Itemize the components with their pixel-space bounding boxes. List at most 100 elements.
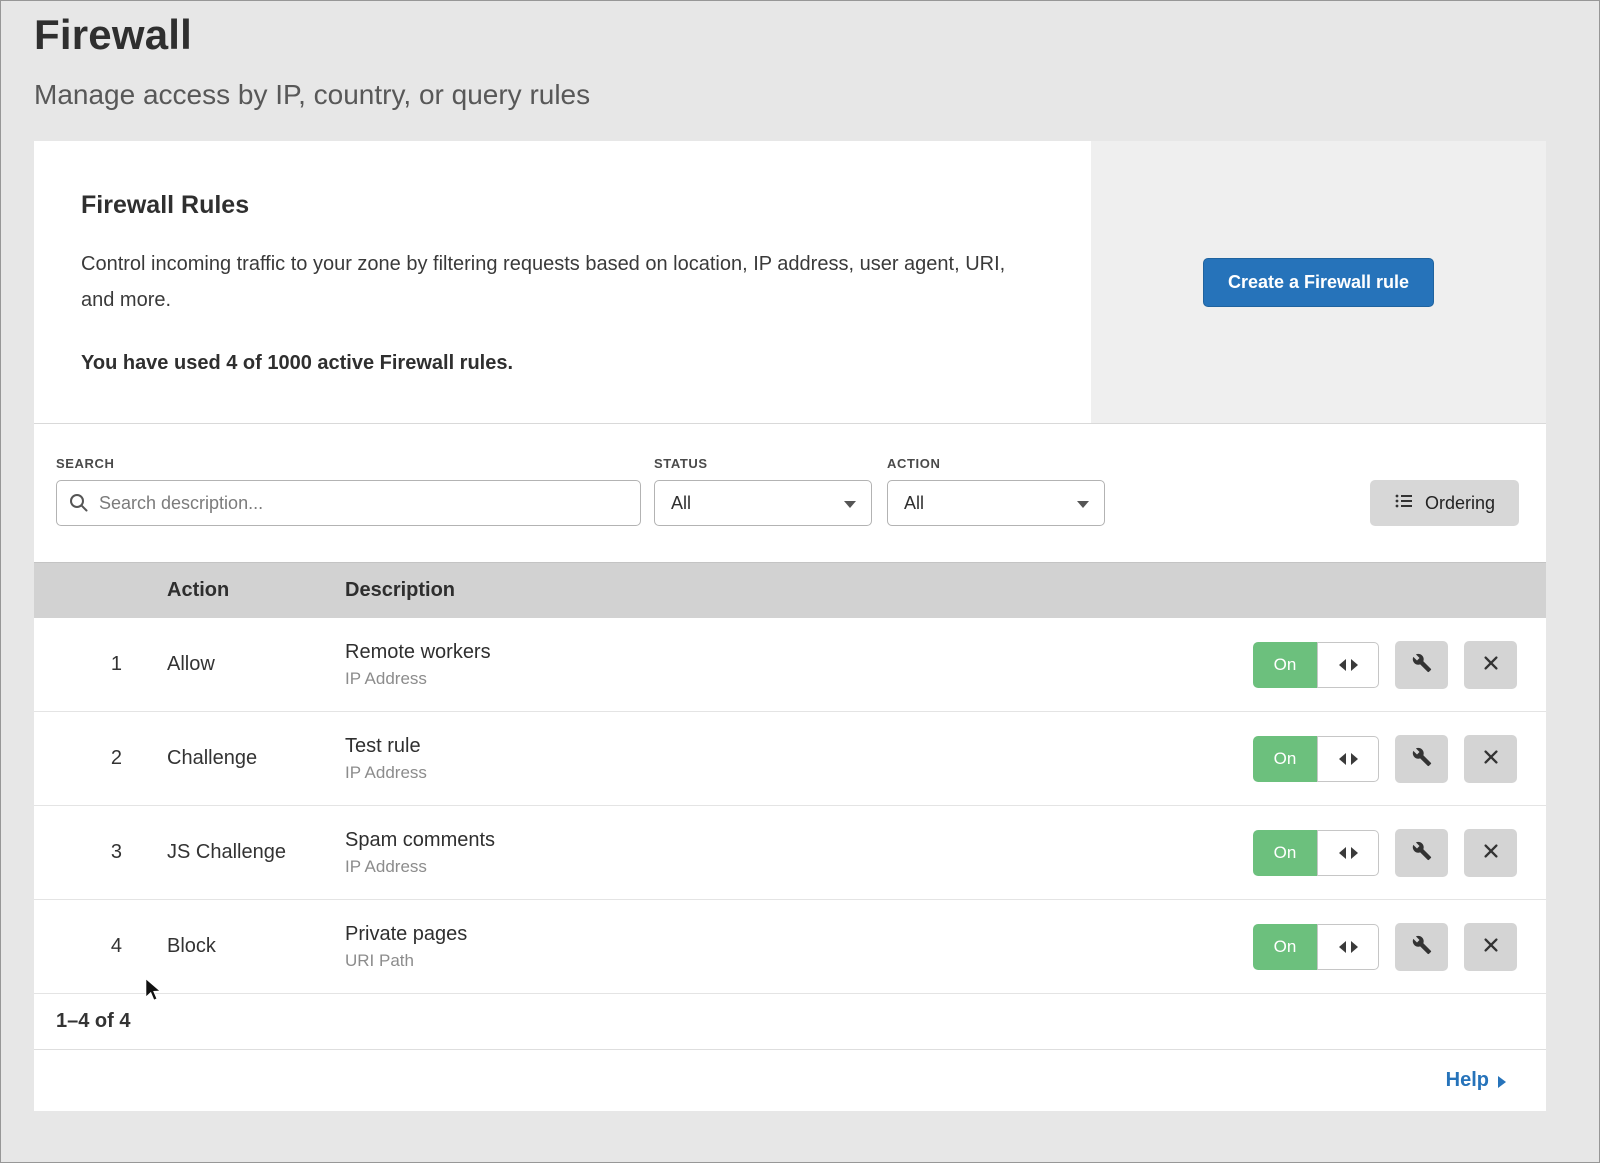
help-link-label: Help (1446, 1069, 1489, 1092)
action-select-value: All (904, 493, 924, 514)
rule-action: Allow (167, 653, 345, 676)
edit-rule-button[interactable] (1395, 829, 1448, 877)
rule-description: Spam comments IP Address (345, 829, 1253, 877)
toggle-on-button[interactable]: On (1253, 924, 1317, 970)
wrench-icon (1412, 935, 1432, 958)
wrench-icon (1412, 747, 1432, 770)
firewall-page: Firewall Manage access by IP, country, o… (0, 0, 1600, 1163)
ordering-list-icon (1394, 491, 1414, 516)
table-row: 2 Challenge Test rule IP Address On (34, 712, 1546, 806)
priority-arrows-button[interactable] (1317, 924, 1379, 970)
rule-controls: On (1253, 735, 1546, 783)
delete-rule-button[interactable] (1464, 829, 1517, 877)
arrow-right-icon (1351, 753, 1358, 765)
status-label: STATUS (654, 456, 872, 471)
table-header: Action Description (34, 562, 1546, 618)
chevron-down-icon (844, 501, 856, 508)
priority-arrows-button[interactable] (1317, 642, 1379, 688)
rule-toggle: On (1253, 642, 1379, 688)
toggle-on-button[interactable]: On (1253, 736, 1317, 782)
search-input-wrap (56, 480, 641, 526)
arrow-right-icon (1498, 1076, 1506, 1088)
ordering-button-label: Ordering (1425, 493, 1495, 514)
delete-rule-button[interactable] (1464, 923, 1517, 971)
rule-action: JS Challenge (167, 841, 345, 864)
create-rule-panel: Create a Firewall rule (1091, 141, 1546, 423)
rules-usage-text: You have used 4 of 1000 active Firewall … (81, 352, 1031, 375)
action-select[interactable]: All (887, 480, 1105, 526)
action-label: ACTION (887, 456, 1105, 471)
rule-field: IP Address (345, 669, 1253, 689)
status-select[interactable]: All (654, 480, 872, 526)
rule-field: URI Path (345, 951, 1253, 971)
rule-controls: On (1253, 923, 1546, 971)
header-action-column: Action (167, 579, 345, 602)
search-input[interactable] (56, 480, 641, 526)
status-select-value: All (671, 493, 691, 514)
table-row: 3 JS Challenge Spam comments IP Address … (34, 806, 1546, 900)
search-icon (68, 492, 90, 519)
chevron-down-icon (1077, 501, 1089, 508)
help-row: Help (34, 1049, 1546, 1111)
pagination-summary: 1–4 of 4 (34, 994, 1546, 1049)
edit-rule-button[interactable] (1395, 923, 1448, 971)
content-area: Firewall Rules Control incoming traffic … (34, 141, 1546, 1111)
arrow-left-icon (1339, 659, 1346, 671)
rule-name: Spam comments (345, 829, 1253, 852)
rule-description: Remote workers IP Address (345, 641, 1253, 689)
search-label: SEARCH (56, 456, 641, 471)
arrow-left-icon (1339, 941, 1346, 953)
rules-card-description: Control incoming traffic to your zone by… (81, 246, 1031, 318)
edit-rule-button[interactable] (1395, 735, 1448, 783)
rule-controls: On (1253, 641, 1546, 689)
rules-card-title: Firewall Rules (81, 191, 1031, 220)
wrench-icon (1412, 653, 1432, 676)
header-description-column: Description (345, 579, 1253, 602)
close-icon (1482, 936, 1500, 957)
delete-rule-button[interactable] (1464, 735, 1517, 783)
arrow-right-icon (1351, 941, 1358, 953)
create-firewall-rule-button[interactable]: Create a Firewall rule (1203, 258, 1434, 307)
firewall-rules-card: Firewall Rules Control incoming traffic … (34, 141, 1546, 423)
wrench-icon (1412, 841, 1432, 864)
search-filter: SEARCH (56, 456, 641, 526)
ordering-button[interactable]: Ordering (1370, 480, 1519, 526)
delete-rule-button[interactable] (1464, 641, 1517, 689)
rule-priority: 3 (34, 841, 167, 864)
rule-description: Private pages URI Path (345, 923, 1253, 971)
rule-description: Test rule IP Address (345, 735, 1253, 783)
rule-priority: 4 (34, 935, 167, 958)
close-icon (1482, 842, 1500, 863)
arrow-right-icon (1351, 847, 1358, 859)
page-header: Firewall Manage access by IP, country, o… (1, 1, 1599, 111)
rules-panel: SEARCH STATUS All A (34, 423, 1546, 1111)
arrow-right-icon (1351, 659, 1358, 671)
close-icon (1482, 654, 1500, 675)
table-row: 1 Allow Remote workers IP Address On (34, 618, 1546, 712)
page-subtitle: Manage access by IP, country, or query r… (34, 79, 1599, 111)
edit-rule-button[interactable] (1395, 641, 1448, 689)
rule-toggle: On (1253, 736, 1379, 782)
table-row: 4 Block Private pages URI Path On (34, 900, 1546, 994)
status-filter: STATUS All (654, 456, 872, 526)
page-title: Firewall (34, 11, 1599, 59)
rule-toggle: On (1253, 924, 1379, 970)
help-link[interactable]: Help (1446, 1069, 1506, 1092)
toggle-on-button[interactable]: On (1253, 642, 1317, 688)
rule-name: Test rule (345, 735, 1253, 758)
arrow-left-icon (1339, 753, 1346, 765)
rule-action: Challenge (167, 747, 345, 770)
action-filter: ACTION All (887, 456, 1105, 526)
rule-priority: 1 (34, 653, 167, 676)
rule-field: IP Address (345, 763, 1253, 783)
rule-action: Block (167, 935, 345, 958)
rule-field: IP Address (345, 857, 1253, 877)
filters-bar: SEARCH STATUS All A (34, 424, 1546, 562)
priority-arrows-button[interactable] (1317, 736, 1379, 782)
priority-arrows-button[interactable] (1317, 830, 1379, 876)
firewall-rules-card-text: Firewall Rules Control incoming traffic … (34, 141, 1091, 423)
toggle-on-button[interactable]: On (1253, 830, 1317, 876)
rule-controls: On (1253, 829, 1546, 877)
rule-name: Private pages (345, 923, 1253, 946)
close-icon (1482, 748, 1500, 769)
